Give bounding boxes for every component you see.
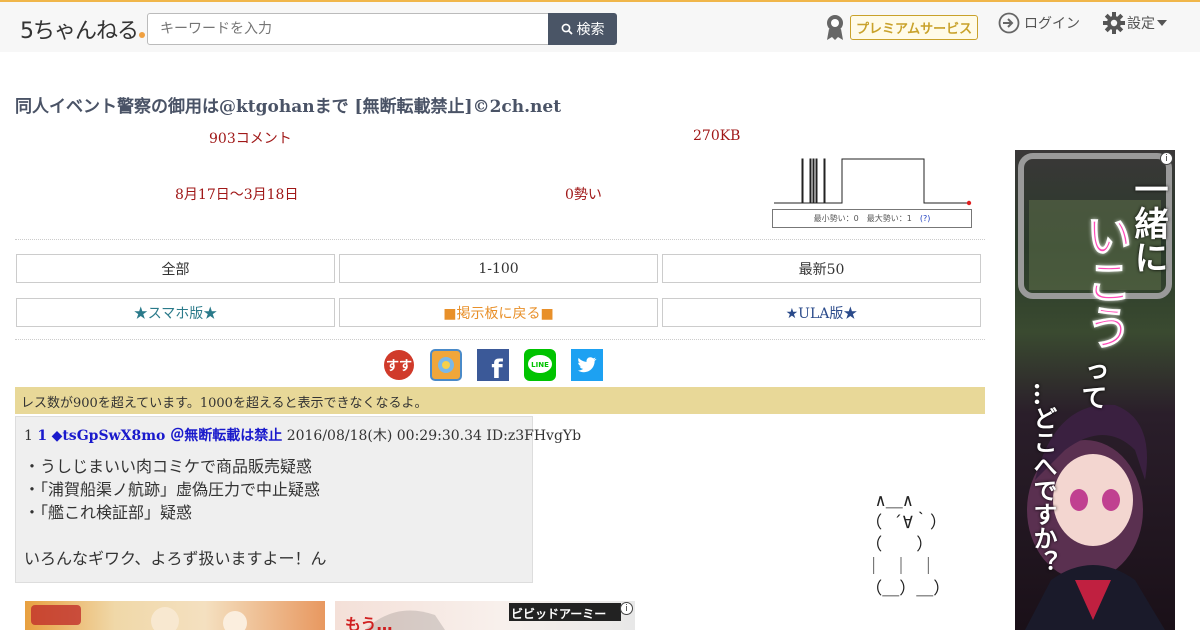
- graph-legend-min: 最小勢い：0: [813, 214, 859, 223]
- line-label: LINE: [531, 361, 549, 369]
- thread-size: 270KB: [693, 128, 741, 144]
- ad-thumbnail-1[interactable]: [25, 601, 325, 630]
- thread-title: 同人イベント警察の御用は@ktgohanまで [無断転載禁止]©2ch.net: [15, 97, 562, 117]
- momentum-graph: [772, 156, 972, 206]
- site-logo[interactable]: 5ちゃんねる: [20, 13, 145, 45]
- logo-dot-icon: [139, 32, 145, 38]
- facebook-label: f: [491, 355, 503, 381]
- login-link[interactable]: ログイン: [998, 12, 1080, 34]
- graph-help-link[interactable]: (?): [920, 214, 931, 223]
- comment-count: 903コメント: [209, 131, 292, 147]
- line-icon[interactable]: LINE: [524, 349, 556, 381]
- graph-legend: 最小勢い：0 最大勢い：1 (?): [772, 209, 972, 228]
- ad-text-top: 一緒に: [1128, 172, 1168, 274]
- momentum-value: 0勢い: [565, 187, 602, 203]
- ad-text-pink: いこう: [1079, 212, 1134, 351]
- settings-menu[interactable]: 設定: [1103, 12, 1167, 34]
- sukisuki-icon[interactable]: すす: [383, 349, 415, 381]
- premium-badge: プレミアムサービス: [850, 14, 979, 40]
- post-datetime: 2016/08/18(木) 00:29:30.34: [286, 428, 482, 444]
- nav-range-button[interactable]: 1-100: [339, 254, 658, 283]
- graph-legend-max: 最大勢い：1: [866, 214, 912, 223]
- post-header: 1 1 ◆tsGpSwX8mo ＠無断転載は禁止 2016/08/18(木) 0…: [24, 425, 581, 445]
- ascii-art: ∧＿∧ （ ´∀｀） （ ） ｜ ｜ ｜ （＿）＿）: [865, 491, 951, 599]
- side-advertisement[interactable]: 一緒に いこう って …どこへですか？ i: [1015, 150, 1175, 630]
- search-button-label: 検索: [576, 22, 605, 38]
- smartphone-version-link[interactable]: ★スマホ版★: [16, 298, 335, 327]
- poster-name: ◆tsGpSwX8mo ＠無断転載は禁止: [51, 428, 283, 444]
- post-number-link[interactable]: 1: [37, 428, 47, 444]
- ad-text-bottom: …どこへですか？: [1029, 382, 1058, 574]
- medal-icon: [827, 15, 843, 40]
- logo-text: 5ちゃんねる: [20, 19, 139, 44]
- facebook-icon[interactable]: f: [477, 349, 509, 381]
- nav-latest-button[interactable]: 最新50: [662, 254, 981, 283]
- ad-text-tte: って: [1077, 358, 1107, 410]
- sukisuki-label: すす: [386, 359, 412, 374]
- post-1: 1 1 ◆tsGpSwX8mo ＠無断転載は禁止 2016/08/18(木) 0…: [15, 416, 581, 583]
- login-label: ログイン: [1024, 16, 1080, 32]
- post-body: ・うしじまいい肉コミケで商品販売疑惑 ・「浦賀船渠ノ航跡」虚偽圧力で中止疑惑 ・…: [24, 457, 327, 568]
- divider: [15, 239, 985, 240]
- gear-icon: [1103, 12, 1125, 34]
- poster-id[interactable]: ID:z3FHvgYb: [486, 428, 581, 444]
- ad2-label: ビビッドアーミー: [511, 607, 607, 621]
- ad-info-icon[interactable]: i: [620, 602, 633, 615]
- search-input[interactable]: [147, 13, 549, 45]
- divider: [15, 339, 985, 340]
- ula-version-link[interactable]: ★ULA版★: [662, 298, 981, 327]
- ad-info-icon[interactable]: i: [1160, 152, 1173, 165]
- back-to-board-link[interactable]: ■掲示板に戻る■: [339, 298, 658, 327]
- bookmark-icon[interactable]: [430, 349, 462, 381]
- ad-thumbnail-2[interactable]: もう… ビビッドアーミー i: [335, 601, 635, 630]
- login-icon: [998, 12, 1020, 34]
- search-icon: [561, 23, 573, 35]
- search-button[interactable]: 検索: [548, 13, 617, 45]
- chevron-down-icon: [1157, 20, 1167, 26]
- ad2-text: もう…: [345, 615, 393, 630]
- post-index: 1: [24, 428, 33, 444]
- ad-artwork-1: [31, 605, 247, 630]
- settings-label: 設定: [1127, 16, 1155, 32]
- premium-service[interactable]: プレミアムサービス: [824, 13, 979, 41]
- post-limit-notice: レス数が900を超えています。1000を超えると表示できなくなるよ。: [15, 387, 985, 414]
- date-range: 8月17日〜3月18日: [175, 187, 299, 203]
- top-bar: 5ちゃんねる 検索 プレミアムサービス ログイン 設定: [0, 0, 1200, 52]
- nav-all-button[interactable]: 全部: [16, 254, 335, 283]
- twitter-icon[interactable]: [571, 349, 603, 381]
